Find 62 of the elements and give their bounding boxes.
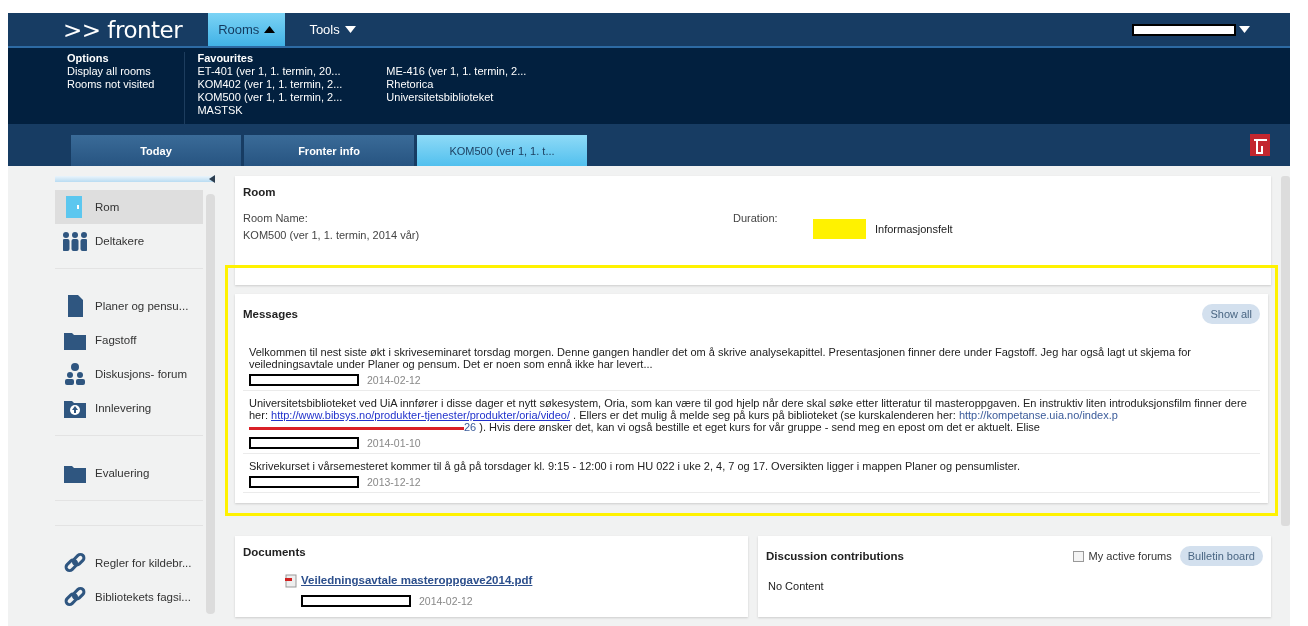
sidebar-item[interactable]: Deltakere [55,224,203,258]
menu-item[interactable]: ME-416 (ver 1, 1. termin, 2... [386,65,527,78]
menu-item[interactable]: Universitetsbiblioteket [386,91,527,104]
tab[interactable]: Fronter info [244,135,414,166]
menu-item[interactable]: ET-401 (ver 1, 1. termin, 20... [197,65,343,78]
menu-item[interactable]: KOM402 (ver 1, 1. termin, 2... [197,78,343,91]
message-link[interactable]: 26 [464,421,477,433]
menu-item[interactable]: Rooms not visited [67,78,155,91]
sidebar-item[interactable]: Rom [55,190,203,224]
menu-item[interactable]: MASTSK [197,104,343,117]
sidebar-item[interactable]: Innlevering [55,391,203,425]
caret-icon [264,26,276,33]
document-date: 2014-02-12 [419,595,473,607]
checkbox[interactable] [1072,550,1084,562]
message-link[interactable]: http://www.bibsys.no/produkter-tjenester/produkter/oria/video/ [271,409,570,421]
tab[interactable]: KOM500 (ver 1, 1. t... [417,135,587,166]
link-icon [63,551,87,575]
panel-title: Discussion contributions [766,550,904,562]
panel-title: Messages [243,308,298,320]
message-text: Velkommen til nest siste økt i skriveseminaret torsdag morgen. Denne gangen handler det om å skrive analysekapittel. Presentasjonen finner dere under Fagstoff. Jeg har også lagt ut skjema for veiledningsavtale under Planer og pensum. Det er noen som ennå ikke har levert... [249,346,1192,370]
bulletin-board-button[interactable]: Bulletin board [1179,546,1263,566]
highlight-marker [813,218,866,239]
field-label: Duration: [733,212,779,226]
checkbox-label: My active forums [1088,550,1172,562]
caret-icon [344,26,356,33]
menu-button[interactable]: Rooms [208,13,286,46]
sidebar-item[interactable]: Fagstoff [55,323,203,357]
menu-heading: Options [67,52,110,65]
link-icon [63,585,87,609]
caret-icon [1239,26,1250,33]
message-link[interactable]: http://kompetanse.uia.no/index.p [958,409,1118,421]
annotation-label: Informasjonsfelt [875,222,953,235]
document-link[interactable]: Veiledningsavtale masteroppgave2014.pdf [301,574,533,586]
sidebar-item[interactable]: Regler for kildebr... [55,546,203,580]
sidebar-item[interactable]: Bibliotekets fagsi... [55,580,203,614]
panel-title: Room [243,186,277,198]
forum-icon [63,362,87,386]
fronter-logo[interactable]: >> fronter [63,16,183,43]
message-date: 2014-01-10 [367,437,421,449]
menu-item[interactable]: Display all rooms [67,65,155,78]
sidebar-item[interactable]: Planer og pensu... [55,289,203,323]
people-icon [63,229,87,253]
emblem-icon[interactable] [1250,134,1270,156]
collapse-icon[interactable] [209,175,215,183]
panel-title: Documents [243,546,307,558]
message-date: 2013-12-12 [367,476,421,488]
sidebar-item[interactable]: Diskusjons- forum [55,357,203,391]
message-text: Skrivekurset i vårsemesteret kommer til å gå på torsdager kl. 9:15 - 12:00 i rom HU 022 i uke 2, 4, 7 og 17. Oversikten ligger i mappen Planer og pensumlister. [249,460,1021,472]
field-label: Room Name: [243,212,309,224]
scrollbar[interactable] [1281,176,1290,526]
empty-message: No Content [767,580,825,592]
menu-button[interactable]: Tools [299,13,366,46]
menu-item[interactable]: KOM500 (ver 1, 1. termin, 2... [197,91,343,104]
menu-heading: Favourites [197,52,255,65]
sidebar-item[interactable]: Evaluering [55,456,203,490]
pdf-icon [285,574,297,588]
tab[interactable]: Today [71,135,241,166]
show-all-button[interactable]: Show all [1202,304,1260,324]
menu-item[interactable]: Rhetorica [386,78,527,91]
message-text: Universitetsbiblioteket ved UiA innfører i disse dager et nytt søkesystem, Oria, som kan være til god hjelp når dere skal søke etter litteratur til masteroppgaven. En instruktiv liten introduksjonsfilm finner dere her: http://www.bibsys.no/produkter-tjenester/produkter/oria/video/ . Ellers er det mulig å melde seg på kurs på biblioteket (se kurskalenderen her: http://kompetanse.uia.no/index.p 26 ). Hvis dere ønsker det, kan vi også bestille et eget kurs for vår gruppe - send meg en epost om det er aktuelt. Elise [249,397,1248,433]
message-date: 2014-02-12 [367,374,421,386]
field-value: KOM500 (ver 1, 1. termin, 2014 vår) [243,229,421,241]
